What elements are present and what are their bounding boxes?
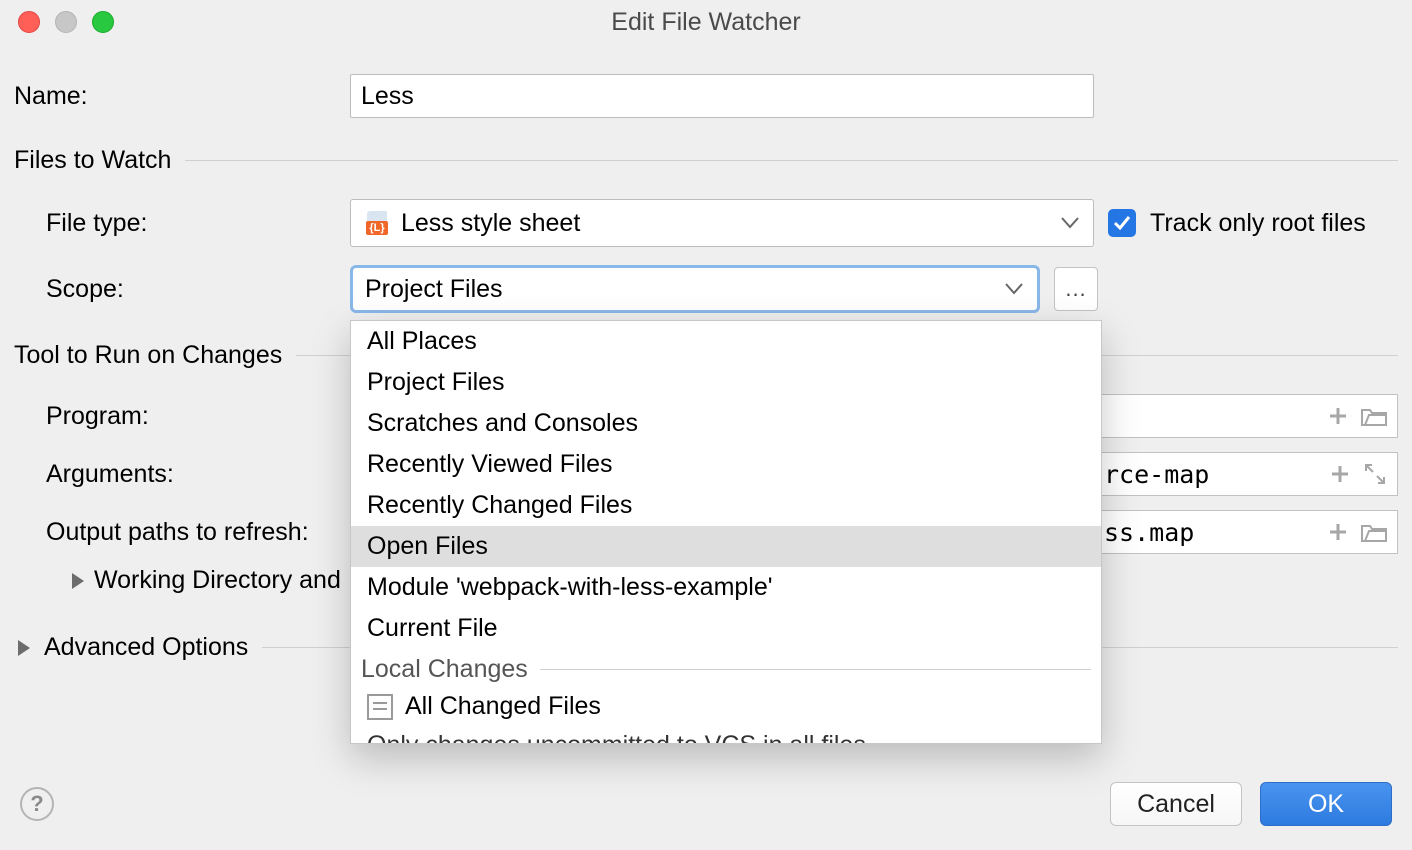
output-paths-label: Output paths to refresh: [14, 518, 350, 547]
window-controls [0, 11, 114, 33]
scope-option[interactable]: Recently Viewed Files [351, 444, 1101, 485]
window-title: Edit File Watcher [0, 8, 1412, 37]
add-icon[interactable] [1327, 521, 1349, 543]
scope-option[interactable]: Open Files [351, 526, 1101, 567]
section-files-to-watch: Files to Watch [14, 146, 1398, 175]
arguments-label: Arguments: [14, 460, 350, 489]
track-root-files-checkbox[interactable] [1108, 209, 1136, 237]
file-type-label: File type: [14, 209, 350, 238]
file-type-value: Less style sheet [401, 209, 580, 238]
scope-option[interactable]: Recently Changed Files [351, 485, 1101, 526]
scope-option[interactable]: Module 'webpack-with-less-example' [351, 567, 1101, 608]
folder-open-icon[interactable] [1361, 405, 1387, 427]
window-minimize-button[interactable] [55, 11, 77, 33]
scope-dropdown-popup: All Places Project Files Scratches and C… [350, 320, 1102, 744]
section-title-advanced-options: Advanced Options [44, 633, 248, 662]
working-directory-label: Working Directory and [94, 566, 341, 595]
expand-icon[interactable] [1363, 462, 1387, 486]
scope-option[interactable]: Only changes uncommitted to VCS in all f… [351, 727, 1101, 744]
add-icon[interactable] [1329, 463, 1351, 485]
folder-open-icon[interactable] [1361, 521, 1387, 543]
scope-dropdown[interactable]: Project Files [350, 265, 1040, 313]
dialog-footer: ? Cancel OK [0, 766, 1412, 850]
chevron-down-icon [1005, 283, 1023, 295]
titlebar: Edit File Watcher [0, 0, 1412, 44]
track-root-files-label: Track only root files [1150, 209, 1366, 238]
add-icon[interactable] [1327, 405, 1349, 427]
output-paths-value-tail: ss.map [1098, 518, 1194, 547]
less-file-icon: {L} [363, 211, 391, 235]
working-directory-disclosure[interactable]: Working Directory and [14, 566, 341, 595]
cancel-button[interactable]: Cancel [1110, 782, 1242, 826]
ok-button[interactable]: OK [1260, 782, 1392, 826]
scope-label: Scope: [14, 275, 350, 304]
scope-value: Project Files [365, 275, 503, 304]
document-icon [367, 694, 393, 720]
scope-browse-button[interactable]: ... [1054, 267, 1098, 311]
scope-option[interactable]: Current File [351, 608, 1101, 649]
file-type-dropdown[interactable]: {L} Less style sheet [350, 199, 1094, 247]
triangle-right-icon [72, 573, 84, 589]
scope-option[interactable]: All Changed Files [351, 686, 1101, 727]
program-label: Program: [14, 402, 350, 431]
arguments-value-tail: rce-map [1098, 460, 1209, 489]
triangle-right-icon [18, 640, 30, 656]
name-input[interactable] [350, 74, 1094, 118]
window-close-button[interactable] [18, 11, 40, 33]
scope-option-group-header: Local Changes [351, 649, 1101, 686]
section-title-tool-to-run: Tool to Run on Changes [14, 341, 282, 370]
scope-option[interactable]: Scratches and Consoles [351, 403, 1101, 444]
name-label: Name: [14, 82, 350, 111]
chevron-down-icon [1061, 217, 1079, 229]
section-title-files-to-watch: Files to Watch [14, 146, 171, 175]
scope-option[interactable]: Project Files [351, 362, 1101, 403]
scope-option[interactable]: All Places [351, 321, 1101, 362]
help-button[interactable]: ? [20, 787, 54, 821]
window-maximize-button[interactable] [92, 11, 114, 33]
